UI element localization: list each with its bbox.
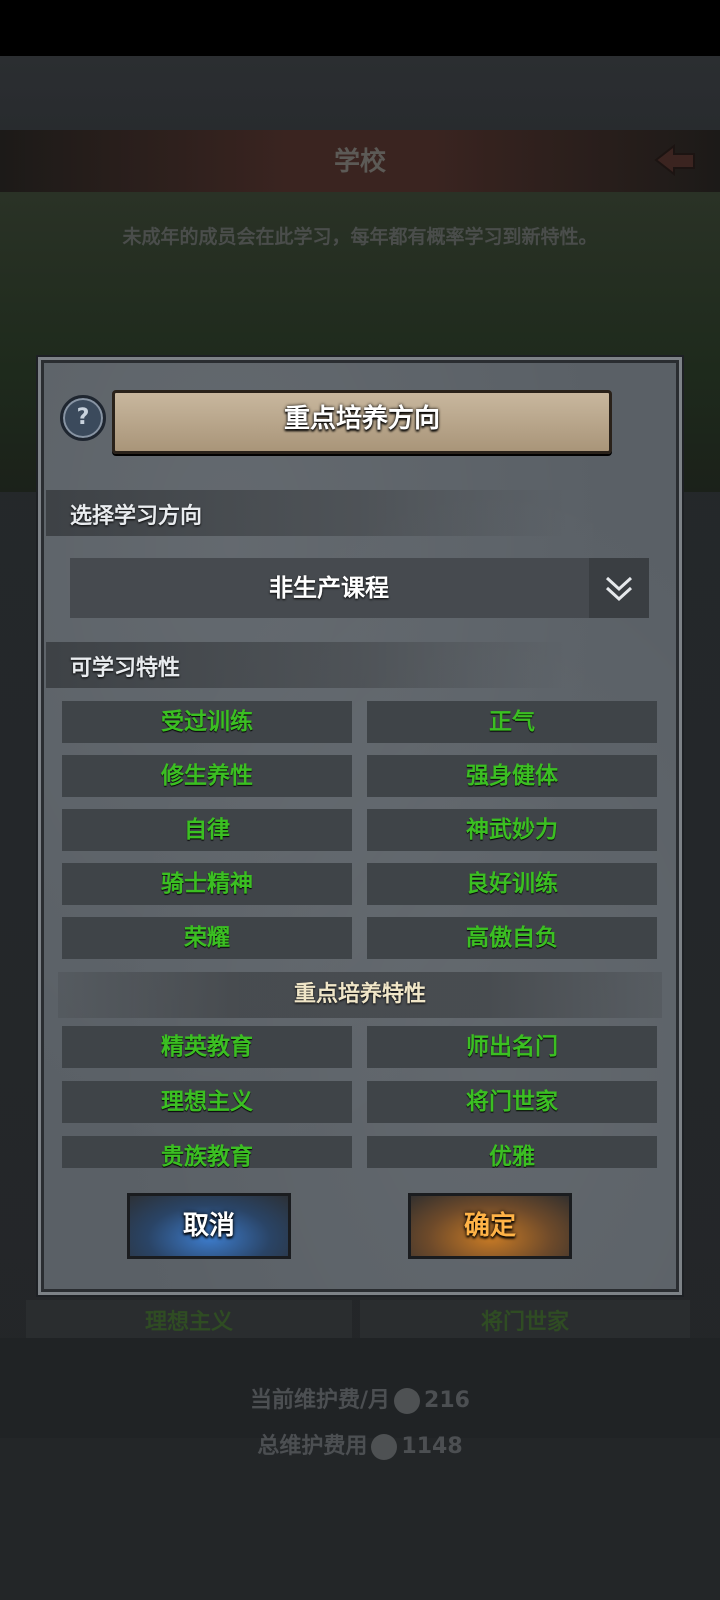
learnable-trait-item[interactable]: 良好训练 [367, 863, 657, 905]
background-description: 未成年的成员会在此学习，每年都有概率学习到新特性。 [122, 226, 598, 248]
total-fee: 总维护费用 1148 [0, 1428, 720, 1460]
learnable-trait-item[interactable]: 强身健体 [367, 755, 657, 797]
focus-trait-item[interactable]: 理想主义 [62, 1081, 352, 1123]
monthly-fee: 当前维护费/月 216 [0, 1382, 720, 1414]
dropdown-toggle-button[interactable] [589, 558, 649, 618]
focus-section-label: 重点培养特性 [293, 982, 426, 1007]
background-title: 学校 [333, 147, 386, 177]
learnable-trait-item[interactable]: 受过训练 [62, 701, 352, 743]
learnable-trait-item[interactable]: 高傲自负 [367, 917, 657, 959]
focus-trait-item[interactable]: 贵族教育 [62, 1136, 352, 1168]
dialog-title: 重点培养方向 [283, 404, 440, 434]
direction-selected-value[interactable]: 非生产课程 [70, 558, 588, 618]
cancel-button[interactable]: 取消 [127, 1193, 291, 1259]
learnable-trait-item[interactable]: 神武妙力 [367, 809, 657, 851]
focus-trait-item[interactable]: 将门世家 [367, 1081, 657, 1123]
coin-icon [371, 1434, 398, 1460]
confirm-button[interactable]: 确定 [408, 1193, 572, 1259]
focus-trait-list[interactable]: 精英教育 师出名门 理想主义 将门世家 贵族教育 优雅 [60, 1026, 660, 1168]
double-chevron-down-icon [605, 576, 633, 602]
coin-icon [394, 1388, 421, 1414]
focus-trait-item[interactable]: 精英教育 [62, 1026, 352, 1068]
monthly-fee-value: 216 [424, 1388, 470, 1413]
back-arrow-icon[interactable] [652, 140, 698, 180]
total-fee-label: 总维护费用 [257, 1434, 368, 1459]
total-fee-value: 1148 [401, 1434, 463, 1459]
monthly-fee-label: 当前维护费/月 [250, 1388, 391, 1413]
help-icon[interactable]: ? [60, 395, 106, 441]
learnable-trait-item[interactable]: 自律 [62, 809, 352, 851]
direction-section-label: 选择学习方向 [70, 504, 203, 529]
focus-trait-item[interactable]: 优雅 [367, 1136, 657, 1168]
learnable-section-label: 可学习特性 [70, 656, 181, 681]
status-bar [0, 0, 720, 56]
learnable-trait-item[interactable]: 骑士精神 [62, 863, 352, 905]
learnable-trait-item[interactable]: 荣耀 [62, 917, 352, 959]
focus-trait-item[interactable]: 师出名门 [367, 1026, 657, 1068]
learnable-trait-item[interactable]: 正气 [367, 701, 657, 743]
learnable-trait-item[interactable]: 修生养性 [62, 755, 352, 797]
